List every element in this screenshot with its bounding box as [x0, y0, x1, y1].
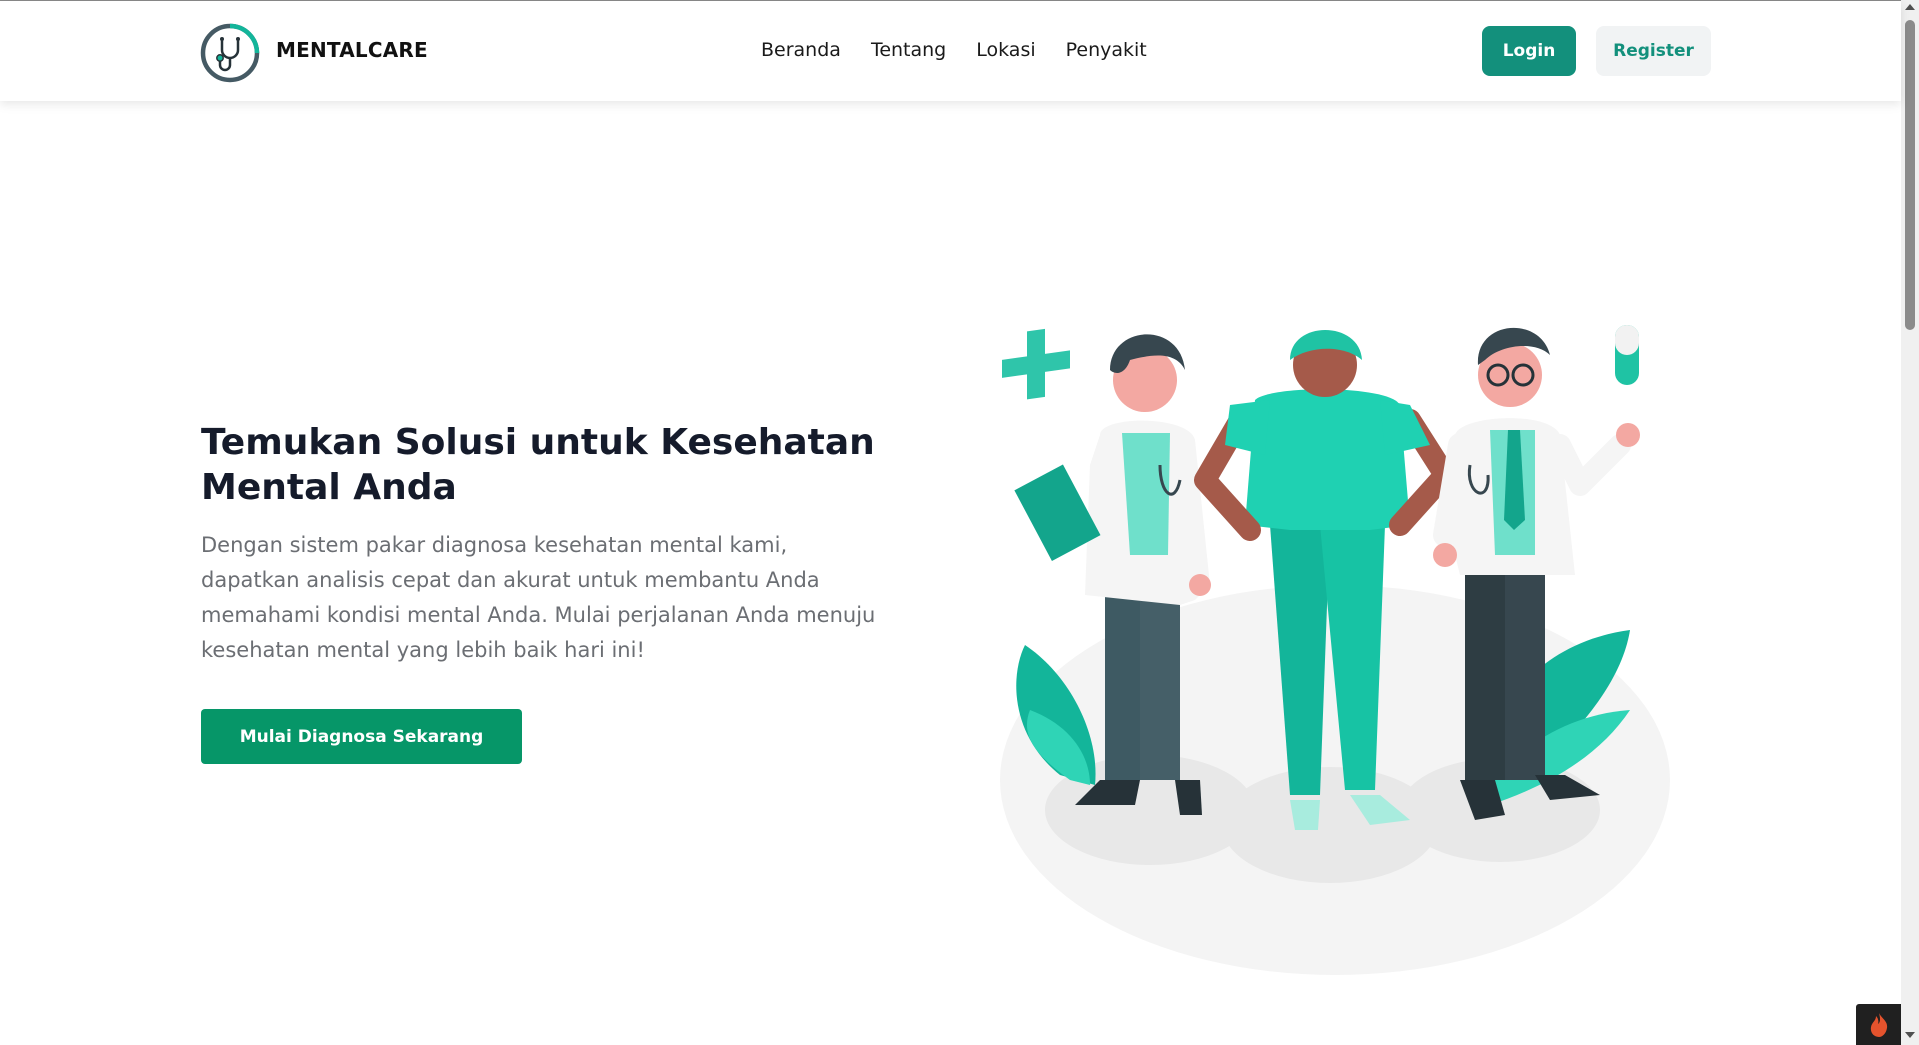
nav-lokasi[interactable]: Lokasi: [976, 39, 1035, 61]
brand-link[interactable]: MENTALCARE: [200, 23, 428, 83]
scroll-up-arrow-icon[interactable]: [1905, 4, 1915, 10]
login-button[interactable]: Login: [1482, 26, 1576, 76]
nav-penyakit[interactable]: Penyakit: [1066, 39, 1147, 61]
vertical-scrollbar[interactable]: [1901, 0, 1919, 1045]
brand-name: MENTALCARE: [276, 38, 428, 62]
stethoscope-icon: [200, 23, 260, 83]
start-diagnosis-button[interactable]: Mulai Diagnosa Sekarang: [201, 709, 522, 764]
page: MENTALCARE Beranda Tentang Lokasi Penyak…: [0, 0, 1919, 1045]
nav-tentang[interactable]: Tentang: [871, 39, 946, 61]
nav-beranda[interactable]: Beranda: [761, 39, 841, 61]
doctors-illustration: [1000, 325, 1670, 975]
register-button[interactable]: Register: [1596, 26, 1711, 76]
hero-title: Temukan Solusi untuk Kesehatan Mental An…: [201, 422, 875, 508]
flame-icon: [1870, 1012, 1887, 1037]
hero-description: Dengan sistem pakar diagnosa kesehatan m…: [201, 533, 876, 662]
navbar: MENTALCARE Beranda Tentang Lokasi Penyak…: [0, 1, 1901, 101]
scroll-thumb[interactable]: [1905, 20, 1915, 330]
scroll-down-arrow-icon[interactable]: [1905, 1032, 1915, 1038]
hero-text: Temukan Solusi untuk Kesehatan Mental An…: [201, 420, 901, 668]
debug-toolbar-badge[interactable]: [1856, 1004, 1901, 1045]
main-nav: Beranda Tentang Lokasi Penyakit: [761, 39, 1147, 61]
